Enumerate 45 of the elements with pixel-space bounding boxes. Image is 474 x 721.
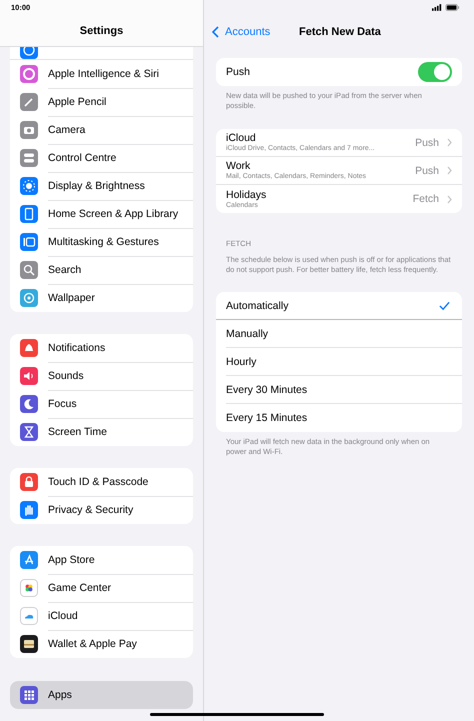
fetch-option[interactable]: Manually: [226, 320, 462, 348]
settings-list-item[interactable]: Game Center: [10, 574, 193, 602]
settings-list-item[interactable]: Home Screen & App Library: [10, 200, 193, 228]
battery-icon: [445, 4, 460, 11]
account-name: Work: [226, 160, 252, 172]
chevron-right-icon: [447, 166, 452, 175]
settings-list-item[interactable]: Apple Intelligence & Siri: [10, 60, 193, 88]
page-title: Fetch New Data: [299, 26, 381, 38]
settings-list-item[interactable]: Wallpaper: [10, 284, 193, 312]
settings-list-item[interactable]: Search: [10, 256, 193, 284]
bubbles-icon: [20, 579, 38, 597]
settings-list-item[interactable]: Display & Brightness: [10, 172, 193, 200]
account-name: iCloud: [226, 132, 257, 144]
settings-list-item[interactable]: Apple Pencil: [10, 88, 193, 116]
push-toggle[interactable]: [418, 62, 452, 82]
account-fetch-mode: Push: [415, 164, 439, 176]
chevron-right-icon: [447, 138, 452, 147]
account-fetch-mode: Fetch: [412, 193, 439, 205]
settings-list-item[interactable]: Screen Time: [10, 418, 193, 446]
settings-list-item[interactable]: Apps: [10, 681, 193, 709]
cloud-icon: [20, 607, 38, 625]
settings-list-item[interactable]: Notifications: [10, 334, 193, 362]
chevron-left-icon: [212, 26, 219, 38]
settings-list-item[interactable]: Multitasking & Gestures: [10, 228, 193, 256]
chevron-right-icon: [447, 194, 452, 204]
settings-list-item[interactable]: Focus: [10, 390, 193, 418]
settings-list-item[interactable]: Control Centre: [10, 144, 193, 172]
settings-list-item[interactable]: Sounds: [10, 362, 193, 390]
sidebar-title: Settings: [80, 25, 124, 37]
account-name: Holidays: [226, 188, 268, 200]
signal-icon: [432, 4, 442, 11]
settings-list-item[interactable]: Camera: [10, 116, 193, 144]
push-label: Push: [226, 66, 250, 78]
settings-list-item[interactable]: App Store: [10, 546, 193, 574]
settings-list-item[interactable]: Touch ID & Passcode: [10, 468, 193, 496]
fetch-option[interactable]: Automatically: [216, 292, 462, 320]
account-fetch-mode: Push: [415, 136, 439, 148]
settings-list-item[interactable]: iCloud: [10, 602, 193, 630]
fetch-option[interactable]: Hourly: [226, 348, 462, 376]
settings-list-item[interactable]: Privacy & Security: [10, 496, 193, 524]
checkmark-icon: [439, 300, 450, 310]
settings-list-item[interactable]: Wallet & Apple Pay: [10, 630, 193, 658]
fetch-option[interactable]: Every 15 Minutes: [226, 404, 462, 432]
back-button[interactable]: Accounts: [212, 26, 270, 38]
fetch-option[interactable]: Every 30 Minutes: [226, 376, 462, 404]
